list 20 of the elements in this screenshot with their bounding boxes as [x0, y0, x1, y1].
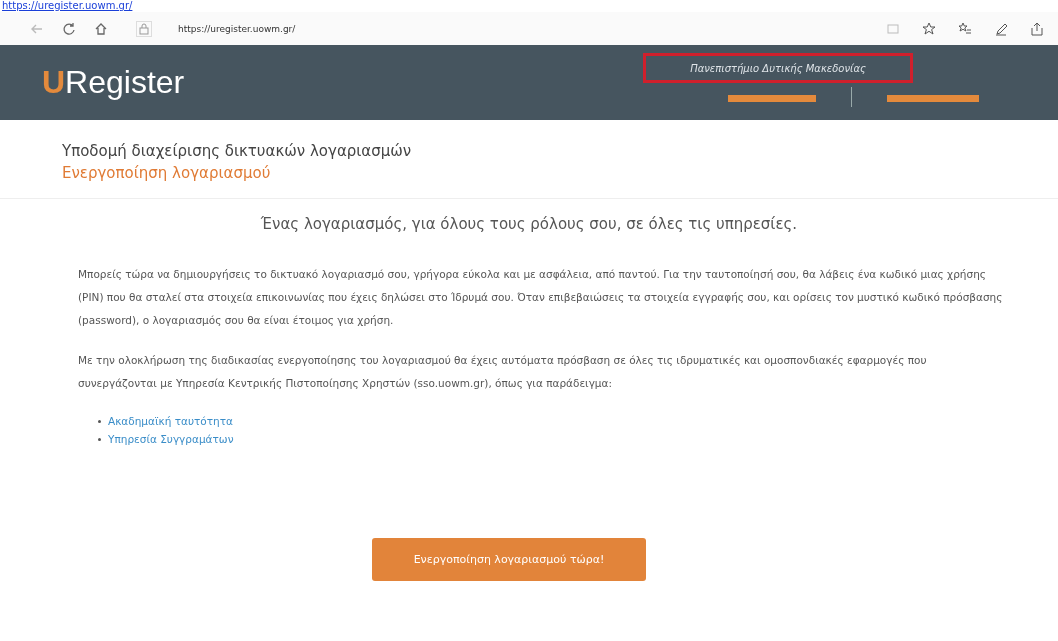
pen-icon[interactable]: [994, 21, 1008, 36]
intro-paragraph: Με την ολοκλήρωση της διαδικασίας ενεργοποίησης του λογαριασμού θα έχεις αυτόματα πρόσβαση σε όλες τις ιδρυματικές και ομοσπονδιακές εφαρμογές που συνεργάζονται με Υπηρεσία Κεντρικής Πιστοποίησης Χρηστών (sso.uowm.gr), όπως για παράδειγμα:: [78, 353, 928, 391]
service-link[interactable]: Υπηρεσία Συγγραμάτων: [108, 430, 234, 448]
page-title: Υποδομή διαχείρισης δικτυακών λογαριασμών: [62, 142, 413, 160]
bullet-icon: [98, 437, 101, 441]
page-subtitle: Ενεργοποίηση λογαριασμού: [62, 164, 272, 182]
uregister-logo[interactable]: URegister: [42, 64, 185, 101]
bullet-icon: [98, 419, 101, 423]
star-icon[interactable]: [922, 21, 936, 36]
share-icon[interactable]: [1030, 21, 1044, 36]
intro-paragraph: Μπορείς τώρα να δημιουργήσεις το δικτυακό λογαριασμό σου, γρήγορα εύκολα και με ασφάλεια, από παντού. Για την ταυτοποίησή σου, θα λάβεις ένα κωδικό μιας χρήσης (PIN) που θα σταλεί στα στοιχεία επικοινωνίας που έχεις δηλώσει στο Ίδρυμά σου. Όταν επιβεβαιώσεις τα στοιχεία εγγραφής σου, και ορίσεις τον μυστικό κωδικό πρόσβασης (password), ο λογαριασμός σου θα είναι έτοιμος για χρήση.: [78, 267, 1004, 328]
home-icon[interactable]: [94, 21, 108, 36]
tagline: Ένας λογαριασμός, για όλους τους ρόλους σου, σε όλες τις υπηρεσίες.: [259, 215, 799, 233]
url-link[interactable]: https://uregister.uowm.gr/: [2, 0, 133, 12]
address-bar[interactable]: https://uregister.uowm.gr/: [178, 23, 296, 34]
institution-name: Πανεπιστήμιο Δυτικής Μακεδονίας: [643, 53, 913, 83]
service-link[interactable]: Ακαδημαϊκή ταυτότητα: [108, 412, 233, 430]
refresh-icon[interactable]: [62, 21, 76, 36]
lock-icon: [136, 20, 152, 37]
favorites-icon[interactable]: [958, 21, 972, 36]
